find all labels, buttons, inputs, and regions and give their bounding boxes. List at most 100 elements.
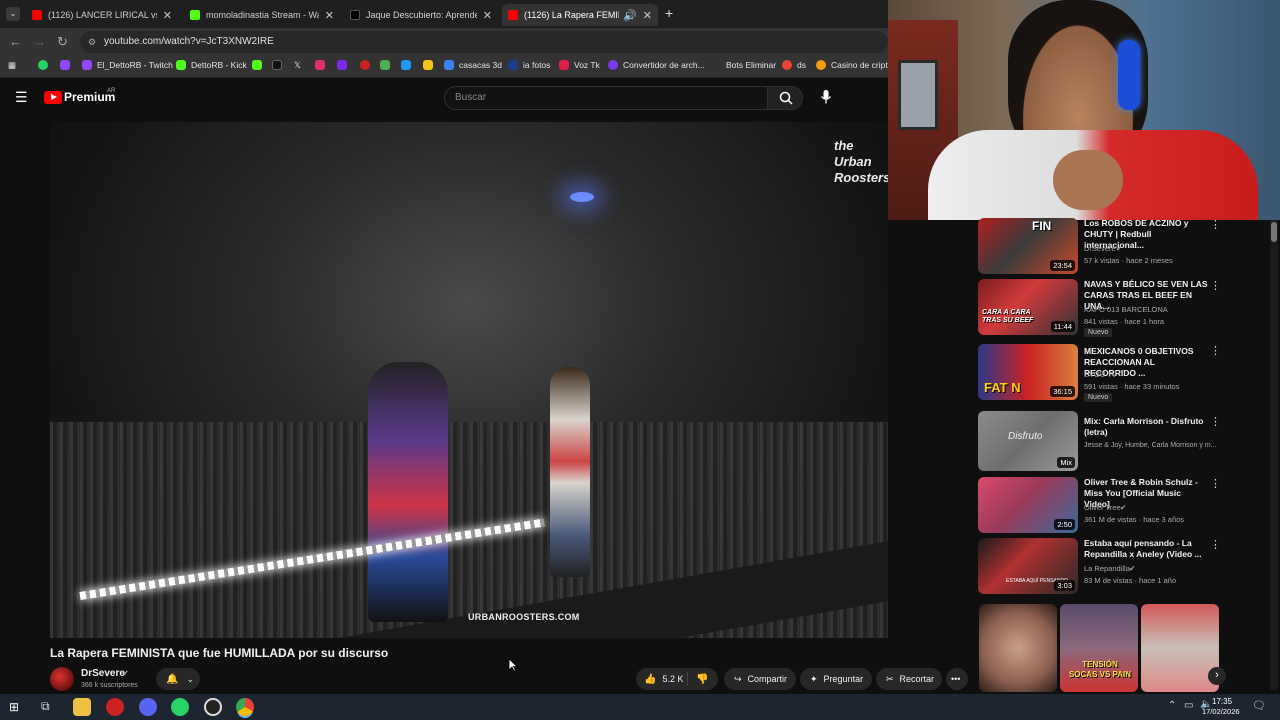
share-label: Compartir [747,674,788,684]
clock-date[interactable]: 17/02/2026 [1202,707,1240,716]
video-thumbnail[interactable]: FAT N 36:15 [978,344,1078,400]
site-info-icon[interactable]: ⚙ [88,31,96,53]
hamburger-menu-icon[interactable]: ☰ [15,89,28,106]
tray-chevron-icon[interactable]: ⌃ [1168,700,1176,711]
shorts-thumbnail[interactable] [979,604,1057,692]
clip-button[interactable]: ✂ Recortar [876,668,942,690]
audio-icon[interactable]: 🔊 [623,9,637,22]
page-scrollbar[interactable] [1270,220,1278,690]
video-thumbnail[interactable]: ESTABA AQUÍ PENSANDO 3:03 [978,538,1078,594]
ask-button[interactable]: ✦ Preguntar [800,668,872,690]
search-button[interactable] [767,86,803,110]
file-explorer-icon[interactable] [73,698,91,716]
url-field[interactable]: ⚙ youtube.com/watch?v=JcT3XNW2IRE [80,31,888,53]
bookmark-icon[interactable] [401,60,416,70]
more-vertical-icon[interactable]: ⋮ [1210,218,1221,231]
browser-tab-strip: ⌄ (1126) LANCER LIRICAL vs CHA ✕ momolad… [0,0,888,28]
bookmark-casino[interactable]: Casino de cripto [816,60,892,70]
more-vertical-icon[interactable]: ⋮ [1210,279,1221,292]
recommendation-item[interactable]: FIN 23:54 Los ROBOS DE ACZINO y CHUTY | … [978,218,1228,276]
obs-icon[interactable] [204,698,222,716]
more-vertical-icon[interactable]: ⋮ [1210,477,1221,490]
chrome-icon[interactable] [236,698,254,716]
mix-thumbnail[interactable]: Disfruto Mix [978,411,1078,471]
x-bookmark-icon[interactable]: 𝕏 [294,60,301,71]
twitch-bookmark-icon[interactable] [60,60,75,70]
shorts-thumbnail[interactable]: TENSIÓN SOCAS VS PAIN [1060,604,1138,692]
more-vertical-icon[interactable]: ⋮ [1210,344,1221,357]
recommendation-item[interactable]: 2:50 Oliver Tree & Robin Schulz - Miss Y… [978,477,1228,535]
apps-grid-icon[interactable]: ▦ [8,60,16,71]
sparkle-icon: ✦ [810,673,818,684]
share-button[interactable]: ↪ Compartir [724,668,796,690]
browser-tab-active[interactable]: (1126) La Rapera FEMINIST 🔊 ✕ [502,4,658,26]
kick-bookmark-icon[interactable] [252,60,267,70]
dislike-button[interactable]: 👎 [688,674,708,685]
task-view-icon[interactable]: ⧉ [41,699,50,714]
bookmark-icon[interactable] [423,60,438,70]
scrollbar-thumb[interactable] [1271,222,1277,242]
bookmark-icon[interactable] [360,60,375,70]
recommendation-item[interactable]: CARA A CARA TRAS SU BEEF 11:44 NAVAS Y B… [978,279,1228,339]
bookmark-casacas[interactable]: casacas 3d [444,60,502,70]
notifications-icon[interactable]: 🗨 [1252,699,1266,712]
more-actions-button[interactable]: ••• [946,668,968,690]
new-tab-icon[interactable]: + [665,5,673,21]
tab-title: momoladinastia Stream - Watc [206,10,319,20]
video-duration: 2:50 [1054,519,1075,530]
recommendation-item[interactable]: ESTABA AQUÍ PENSANDO 3:03 Estaba aquí pe… [978,538,1228,596]
whatsapp-icon[interactable] [171,698,189,716]
whatsapp-bookmark-icon[interactable] [38,60,53,70]
performer-right [550,367,590,577]
recommendation-item[interactable]: Disfruto Mix Mix: Carla Morrison - Disfr… [978,411,1228,471]
app-icon[interactable] [106,698,124,716]
tab-search-chevron-icon[interactable]: ⌄ [6,7,20,21]
like-button[interactable]: 👍 5.2 K [636,672,688,686]
close-tab-icon[interactable]: ✕ [163,9,172,22]
bookmark-ds[interactable]: ds [782,60,806,70]
webcam-headphones [1118,40,1140,110]
bookmark-kick[interactable]: DettoRB - Kick [176,60,247,70]
browser-tab[interactable]: momoladinastia Stream - Watc ✕ [184,4,340,26]
close-tab-icon[interactable]: ✕ [483,9,492,22]
canva-bookmark-icon[interactable] [337,60,352,70]
shelf-next-chevron-icon[interactable]: › [1208,667,1226,685]
webcam-overlay [888,0,1280,220]
back-icon[interactable]: ← [9,34,22,49]
video-thumbnail[interactable]: CARA A CARA TRAS SU BEEF 11:44 [978,279,1078,335]
browser-tab[interactable]: Jaque Descubierto: Aprender d ✕ [344,4,498,26]
video-thumbnail[interactable]: 2:50 [978,477,1078,533]
search-input[interactable]: Buscar [444,86,768,110]
bookmark-convertidor[interactable]: Convertidor de arch... [608,60,705,70]
tab-title: Jaque Descubierto: Aprender d [366,10,477,20]
thumbnail-caption: Disfruto [1008,431,1043,442]
bookmark-voz-tk[interactable]: Voz Tk [559,60,600,70]
browser-tab[interactable]: (1126) LANCER LIRICAL vs CHA ✕ [26,4,178,26]
youtube-favicon-icon [32,10,42,20]
video-thumbnail[interactable]: FIN 23:54 [978,218,1078,274]
bookmark-twitch[interactable]: El_DettoRB - Twitch [82,60,173,70]
bookmark-bots-eliminar[interactable]: Bots Eliminar [711,60,776,70]
windows-start-icon[interactable]: ⊞ [9,700,19,714]
clock-time[interactable]: 17:35 [1212,697,1232,706]
bookmark-icon[interactable] [380,60,395,70]
close-tab-icon[interactable]: ✕ [643,9,652,22]
tiktok-bookmark-icon[interactable] [272,60,287,70]
network-icon[interactable]: ▭ [1184,700,1193,711]
channel-name[interactable]: DrSevere [81,668,125,679]
forward-icon[interactable]: → [33,34,46,49]
bookmark-ia-fotos[interactable]: ia fotos [508,60,550,70]
more-vertical-icon[interactable]: ⋮ [1210,538,1221,551]
close-tab-icon[interactable]: ✕ [325,9,334,22]
instagram-bookmark-icon[interactable] [315,60,330,70]
channel-avatar[interactable] [50,667,74,691]
more-vertical-icon[interactable]: ⋮ [1210,415,1221,428]
discord-icon[interactable] [139,698,157,716]
shorts-thumbnail[interactable] [1141,604,1219,692]
subscribe-bell-button[interactable]: 🔔 ⌄ [156,668,200,690]
reload-icon[interactable]: ↻ [57,34,68,50]
like-dislike-group: 👍 5.2 K 👎 [636,668,718,690]
video-player[interactable]: URBANROOSTERS.COM the Urban Roosters [50,122,888,638]
microphone-icon[interactable] [820,89,832,105]
recommendation-item[interactable]: FAT N 36:15 MEXICANOS 0 OBJETIVOS REACCI… [978,344,1228,404]
